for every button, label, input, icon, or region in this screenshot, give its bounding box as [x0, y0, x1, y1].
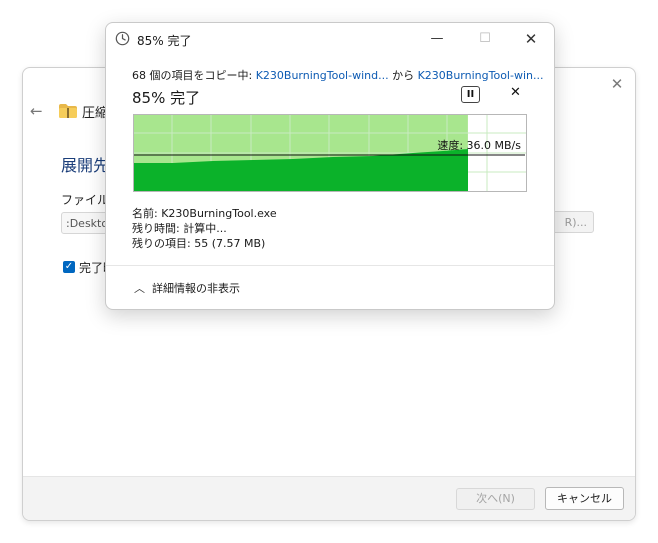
next-button[interactable]: 次へ(N): [456, 488, 535, 510]
from-text: から: [388, 69, 418, 82]
close-icon[interactable]: ✕: [508, 23, 554, 55]
copy-count-text: 68 個の項目をコピー中:: [132, 69, 256, 82]
less-details-toggle[interactable]: ︿ 詳細情報の非表示: [134, 280, 240, 296]
back-arrow-icon[interactable]: ←: [30, 102, 43, 120]
details-toggle-label: 詳細情報の非表示: [152, 282, 240, 295]
copy-progress-dialog: 85% 完了 — ☐ ✕ 68 個の項目をコピー中: K230BurningTo…: [105, 22, 555, 310]
file-name-info: 名前: K230BurningTool.exe: [132, 207, 277, 220]
wizard-cancel-button[interactable]: キャンセル: [545, 487, 624, 510]
browse-button[interactable]: R)...: [549, 211, 594, 233]
show-files-checkbox[interactable]: ✓: [63, 261, 75, 273]
wizard-footer: 次へ(N) キャンセル: [23, 476, 635, 520]
copy-source-dest-line: 68 個の項目をコピー中: K230BurningTool-wind... から…: [132, 67, 543, 83]
title-bar[interactable]: 85% 完了 — ☐ ✕: [106, 23, 554, 55]
source-folder-link[interactable]: K230BurningTool-wind...: [256, 69, 389, 82]
time-remaining-info: 残り時間: 計算中...: [132, 222, 227, 235]
clock-icon: [115, 31, 130, 46]
speed-label: 速度: 36.0 MB/s: [437, 138, 521, 152]
progress-percent-title: 85% 完了: [132, 89, 201, 107]
cancel-copy-button[interactable]: ✕: [510, 85, 521, 100]
wizard-heading: 展開先: [61, 156, 110, 175]
copy-speed-graph: 速度: 36.0 MB/s: [133, 114, 527, 192]
close-icon[interactable]: ✕: [605, 72, 629, 96]
zip-folder-icon: [59, 104, 77, 118]
window-title: 85% 完了: [137, 34, 192, 48]
chevron-up-icon: ︿: [134, 282, 145, 295]
items-remaining-info: 残りの項目: 55 (7.57 MB): [132, 237, 266, 250]
minimize-icon[interactable]: —: [414, 23, 460, 55]
maximize-icon[interactable]: ☐: [462, 23, 508, 55]
pause-button[interactable]: II: [461, 86, 480, 103]
destination-folder-link[interactable]: K230BurningTool-win...: [418, 69, 544, 82]
divider: [106, 265, 554, 266]
